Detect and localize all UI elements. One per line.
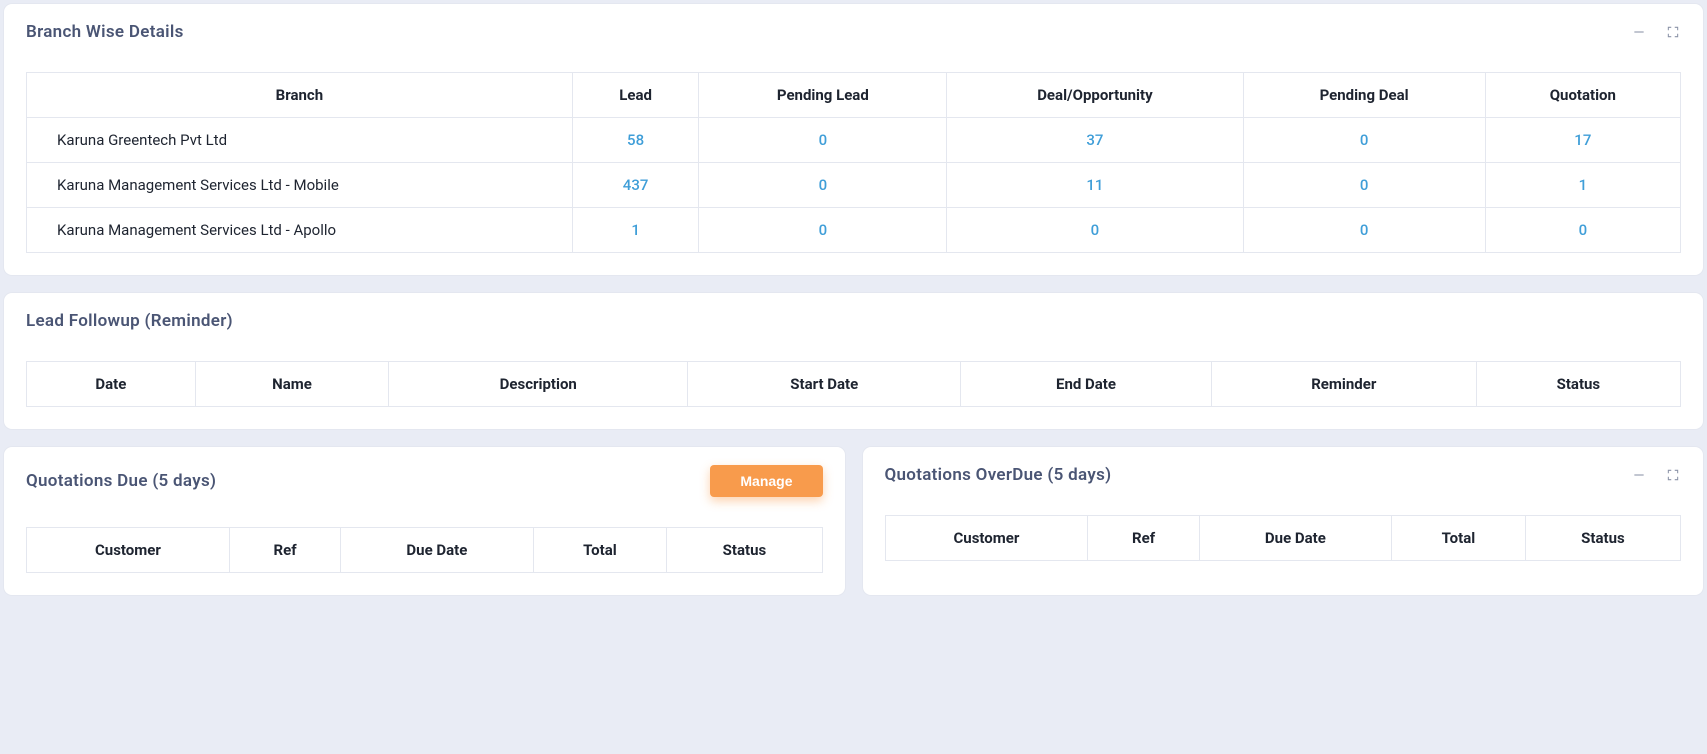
col-status: Status	[1476, 362, 1680, 407]
minimize-icon[interactable]	[1631, 24, 1647, 40]
col-quotation: Quotation	[1485, 73, 1680, 118]
col-pending-lead: Pending Lead	[699, 73, 947, 118]
col-start-date: Start Date	[688, 362, 961, 407]
card-title: Quotations OverDue (5 days)	[885, 465, 1112, 485]
col-status: Status	[1525, 516, 1680, 561]
col-customer: Customer	[885, 516, 1088, 561]
card-title: Branch Wise Details	[26, 22, 184, 42]
expand-icon[interactable]	[1665, 467, 1681, 483]
card-header: Branch Wise Details	[26, 22, 1681, 42]
cell-deal[interactable]: 37	[947, 118, 1243, 163]
lead-followup-card: Lead Followup (Reminder) Date Name Descr…	[4, 293, 1703, 429]
col-description: Description	[389, 362, 688, 407]
branch-wise-card: Branch Wise Details Branch Lead Pending …	[4, 4, 1703, 275]
col-total: Total	[533, 528, 667, 573]
cell-lead[interactable]: 1	[572, 208, 699, 253]
link-value[interactable]: 0	[819, 131, 828, 149]
link-value[interactable]: 0	[1360, 221, 1369, 239]
link-value[interactable]: 0	[819, 176, 828, 194]
cell-pending-lead[interactable]: 0	[699, 163, 947, 208]
cell-pending-deal[interactable]: 0	[1243, 118, 1485, 163]
card-actions	[1631, 467, 1681, 483]
quotation-row: Quotations Due (5 days) Manage Customer …	[4, 447, 1703, 595]
col-deal: Deal/Opportunity	[947, 73, 1243, 118]
cell-lead[interactable]: 437	[572, 163, 699, 208]
quotations-overdue-card: Quotations OverDue (5 days) Customer Ref…	[863, 447, 1704, 595]
card-header: Quotations Due (5 days) Manage	[26, 465, 823, 497]
col-customer: Customer	[27, 528, 230, 573]
link-value[interactable]: 0	[1360, 176, 1369, 194]
cell-branch: Karuna Management Services Ltd - Mobile	[27, 163, 573, 208]
table-row: Karuna Management Services Ltd - Apollo …	[27, 208, 1681, 253]
cell-branch: Karuna Greentech Pvt Ltd	[27, 118, 573, 163]
cell-deal[interactable]: 0	[947, 208, 1243, 253]
cell-quotation[interactable]: 1	[1485, 163, 1680, 208]
link-value[interactable]: 437	[623, 176, 649, 194]
card-header: Lead Followup (Reminder)	[26, 311, 1681, 331]
cell-branch: Karuna Management Services Ltd - Apollo	[27, 208, 573, 253]
link-value[interactable]: 11	[1086, 176, 1103, 194]
cell-pending-lead[interactable]: 0	[699, 208, 947, 253]
table-row: Karuna Greentech Pvt Ltd 58 0 37 0 17	[27, 118, 1681, 163]
link-value[interactable]: 58	[627, 131, 644, 149]
link-value[interactable]: 0	[819, 221, 828, 239]
col-branch: Branch	[27, 73, 573, 118]
link-value[interactable]: 17	[1574, 131, 1591, 149]
cell-pending-deal[interactable]: 0	[1243, 208, 1485, 253]
minimize-icon[interactable]	[1631, 467, 1647, 483]
cell-deal[interactable]: 11	[947, 163, 1243, 208]
manage-button[interactable]: Manage	[710, 465, 822, 497]
table-header-row: Customer Ref Due Date Total Status	[885, 516, 1681, 561]
quotations-overdue-table: Customer Ref Due Date Total Status	[885, 515, 1682, 561]
card-actions	[1631, 24, 1681, 40]
col-total: Total	[1392, 516, 1526, 561]
col-end-date: End Date	[961, 362, 1212, 407]
card-header: Quotations OverDue (5 days)	[885, 465, 1682, 485]
col-pending-deal: Pending Deal	[1243, 73, 1485, 118]
expand-icon[interactable]	[1665, 24, 1681, 40]
quotations-due-card: Quotations Due (5 days) Manage Customer …	[4, 447, 845, 595]
card-title: Quotations Due (5 days)	[26, 471, 216, 491]
col-due-date: Due Date	[341, 528, 533, 573]
table-row: Karuna Management Services Ltd - Mobile …	[27, 163, 1681, 208]
card-title: Lead Followup (Reminder)	[26, 311, 233, 331]
link-value[interactable]: 0	[1579, 221, 1588, 239]
col-date: Date	[27, 362, 196, 407]
cell-quotation[interactable]: 17	[1485, 118, 1680, 163]
table-header-row: Customer Ref Due Date Total Status	[27, 528, 823, 573]
col-due-date: Due Date	[1199, 516, 1391, 561]
branch-table: Branch Lead Pending Lead Deal/Opportunit…	[26, 72, 1681, 253]
cell-pending-lead[interactable]: 0	[699, 118, 947, 163]
link-value[interactable]: 1	[1579, 176, 1588, 194]
col-name: Name	[195, 362, 388, 407]
quotations-due-table: Customer Ref Due Date Total Status	[26, 527, 823, 573]
table-header-row: Date Name Description Start Date End Dat…	[27, 362, 1681, 407]
col-lead: Lead	[572, 73, 699, 118]
col-status: Status	[667, 528, 822, 573]
cell-lead[interactable]: 58	[572, 118, 699, 163]
link-value[interactable]: 1	[631, 221, 640, 239]
link-value[interactable]: 0	[1360, 131, 1369, 149]
col-ref: Ref	[229, 528, 340, 573]
link-value[interactable]: 37	[1086, 131, 1103, 149]
followup-table: Date Name Description Start Date End Dat…	[26, 361, 1681, 407]
col-ref: Ref	[1088, 516, 1199, 561]
cell-quotation[interactable]: 0	[1485, 208, 1680, 253]
cell-pending-deal[interactable]: 0	[1243, 163, 1485, 208]
table-header-row: Branch Lead Pending Lead Deal/Opportunit…	[27, 73, 1681, 118]
link-value[interactable]: 0	[1091, 221, 1100, 239]
col-reminder: Reminder	[1211, 362, 1476, 407]
